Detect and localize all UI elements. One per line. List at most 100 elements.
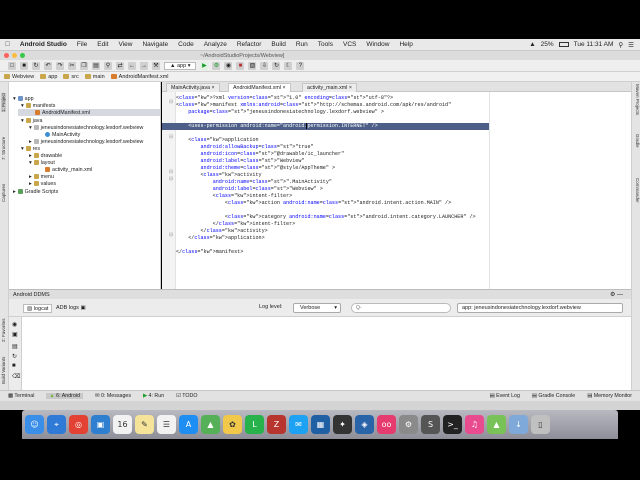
- back-icon[interactable]: ←: [128, 61, 136, 70]
- menu-vcs[interactable]: VCS: [338, 41, 361, 48]
- menu-tools[interactable]: Tools: [313, 41, 338, 48]
- menu-navigate[interactable]: Navigate: [137, 41, 173, 48]
- wifi-icon[interactable]: ▲: [529, 41, 535, 48]
- calendar-icon[interactable]: 16: [113, 415, 132, 434]
- breadcrumb-item[interactable]: app: [40, 74, 57, 80]
- notes-icon[interactable]: ✎: [135, 415, 154, 434]
- run-config-select[interactable]: ▲ app ▾: [164, 61, 197, 70]
- virtualbox-icon[interactable]: ▦: [311, 415, 330, 434]
- tree-node-package[interactable]: ▾ jeneusindonesiatechnology.lexdorf.webvi…: [29, 124, 143, 131]
- help-icon[interactable]: ?: [296, 61, 305, 70]
- close-tab-icon[interactable]: ×: [212, 85, 215, 91]
- tree-node-java[interactable]: ▾ java: [21, 117, 42, 124]
- tree-node-androidmanifest[interactable]: AndroidManifest.xml: [18, 109, 160, 116]
- tab-adb-logs[interactable]: ADB logs ▣: [53, 304, 89, 313]
- side-tab-structure[interactable]: 7: Structure: [1, 137, 6, 160]
- app-store-icon[interactable]: A: [179, 415, 198, 434]
- code-line[interactable]: </class="kw">activity>: [176, 228, 267, 235]
- filter-select[interactable]: app: jeneusindonesiatechnology.lexdorf.w…: [457, 303, 623, 313]
- code-line[interactable]: </class="kw">intent-filter>: [176, 221, 296, 228]
- downloads-icon[interactable]: ↓: [509, 415, 528, 434]
- code-line[interactable]: package=class="st">"jeneusindonesiatechn…: [176, 109, 384, 116]
- battery-icon[interactable]: [558, 42, 569, 47]
- logcat-output[interactable]: [22, 317, 631, 390]
- terminate-app-icon[interactable]: ■: [12, 363, 16, 369]
- paste-icon[interactable]: ▤: [92, 61, 100, 70]
- open-folder-icon[interactable]: □: [8, 61, 16, 70]
- copy-icon[interactable]: ❐: [80, 61, 88, 70]
- search-icon[interactable]: ⚲: [618, 41, 623, 49]
- tab-activity-main[interactable]: activity_main.xml ×: [302, 83, 357, 92]
- fold-icon[interactable]: ⊟: [169, 169, 173, 175]
- zoom-window-button[interactable]: [20, 53, 25, 58]
- stop-icon[interactable]: ■: [236, 61, 245, 70]
- battery-percent[interactable]: 25%: [541, 41, 554, 48]
- sync-gradle-icon[interactable]: ↻: [272, 61, 281, 70]
- side-tab-build-variants[interactable]: Build Variants: [1, 357, 6, 384]
- tree-node-package-test[interactable]: ▸ jeneusindonesiatechnology.lexdorf.webvi…: [29, 138, 143, 145]
- code-line[interactable]: android:name=class="st">".MainActivity": [176, 179, 332, 186]
- tree-node-manifests[interactable]: ▾ manifests: [21, 102, 55, 109]
- sublime-icon[interactable]: S: [421, 415, 440, 434]
- make-project-icon[interactable]: ⚒: [152, 61, 160, 70]
- line-icon[interactable]: L: [245, 415, 264, 434]
- fold-icon[interactable]: ⊟: [169, 176, 173, 182]
- photos-icon[interactable]: ✿: [223, 415, 242, 434]
- android-monitor-icon[interactable]: ☾: [284, 61, 293, 70]
- tool-window-todo[interactable]: ☑ TODO: [176, 393, 197, 399]
- code-line[interactable]: android:allowBackup=class="st">"true": [176, 144, 313, 151]
- tool-window-terminal[interactable]: ▩ Terminal: [8, 393, 34, 399]
- tree-node-app[interactable]: ▾ app: [13, 95, 34, 102]
- breadcrumb-item[interactable]: src: [63, 74, 79, 80]
- tree-node-gradle-scripts[interactable]: ▸ Gradle Scripts: [13, 188, 58, 195]
- fold-icon[interactable]: ⊟: [169, 134, 173, 140]
- undo-icon[interactable]: ↶: [44, 61, 52, 70]
- system-preferences-icon[interactable]: ⚙: [399, 415, 418, 434]
- sdk-manager-icon[interactable]: ⇩: [260, 61, 269, 70]
- chrome-icon[interactable]: ◎: [69, 415, 88, 434]
- breadcrumb-item[interactable]: main: [84, 74, 105, 80]
- filezilla-icon[interactable]: Z: [267, 415, 286, 434]
- side-tab-favorites[interactable]: 2: Favorites: [1, 318, 6, 342]
- save-all-icon[interactable]: ■: [20, 61, 28, 70]
- close-tab-icon[interactable]: ×: [282, 85, 285, 91]
- side-tab-maven-projects[interactable]: Maven Projects: [635, 84, 640, 115]
- reminders-icon[interactable]: ☰: [157, 415, 176, 434]
- side-tab-project[interactable]: 1: Project: [1, 92, 6, 112]
- code-line[interactable]: android:icon=class="st">"@drawable/ic_la…: [176, 151, 344, 158]
- code-line[interactable]: <class="kw">category android:name=class=…: [176, 214, 476, 221]
- close-window-button[interactable]: [4, 53, 9, 58]
- code-line[interactable]: <class="kw">intent-filter>: [176, 193, 293, 200]
- redo-icon[interactable]: ↷: [56, 61, 64, 70]
- menu-view[interactable]: View: [114, 41, 138, 48]
- fold-icon[interactable]: ⊟: [169, 232, 173, 238]
- tool-window-android[interactable]: ▲ 6: Android: [46, 393, 84, 399]
- log-level-select[interactable]: Verbose ▾: [293, 303, 341, 313]
- clock[interactable]: Tue 11:31 AM: [574, 41, 614, 48]
- cut-icon[interactable]: ✂: [68, 61, 76, 70]
- replace-icon[interactable]: ⇄: [116, 61, 124, 70]
- preview-icon[interactable]: ▣: [91, 415, 110, 434]
- run-icon[interactable]: ▶: [200, 61, 209, 70]
- attach-debugger-icon[interactable]: ◉: [224, 61, 233, 70]
- code-line[interactable]: android:label=class="st">"Webview": [176, 158, 304, 165]
- code-line[interactable]: <class="kw">application: [176, 137, 258, 144]
- system-info-icon[interactable]: ▤: [12, 343, 18, 350]
- tool-window-event-log[interactable]: ▤ Event Log: [490, 393, 520, 399]
- side-tab-commander[interactable]: Commander: [635, 178, 640, 203]
- menu-app-name[interactable]: Android Studio: [15, 41, 72, 48]
- side-tab-gradle[interactable]: Gradle: [635, 134, 640, 148]
- tree-node-res[interactable]: ▾ res: [21, 145, 40, 152]
- tool-window-run[interactable]: ▶ 4: Run: [143, 393, 164, 399]
- tool-window-memory-monitor[interactable]: ▤ Memory Monitor: [587, 393, 640, 399]
- menu-run[interactable]: Run: [291, 41, 313, 48]
- code-editor[interactable]: <class="kw">?xml version=class="st">"1.0…: [162, 92, 631, 289]
- tab-androidmanifest[interactable]: AndroidManifest.xml ×: [228, 83, 291, 92]
- unity-icon[interactable]: ✦: [333, 415, 352, 434]
- fold-icon[interactable]: ⊟: [169, 99, 173, 105]
- screen-record-icon[interactable]: ▣: [12, 331, 18, 338]
- tool-window-messages[interactable]: ✉ 0: Messages: [95, 393, 131, 399]
- restart-icon[interactable]: ↻: [12, 353, 17, 360]
- breadcrumb-item[interactable]: Webview: [4, 74, 34, 80]
- tree-node-drawable[interactable]: ▸ drawable: [29, 152, 62, 159]
